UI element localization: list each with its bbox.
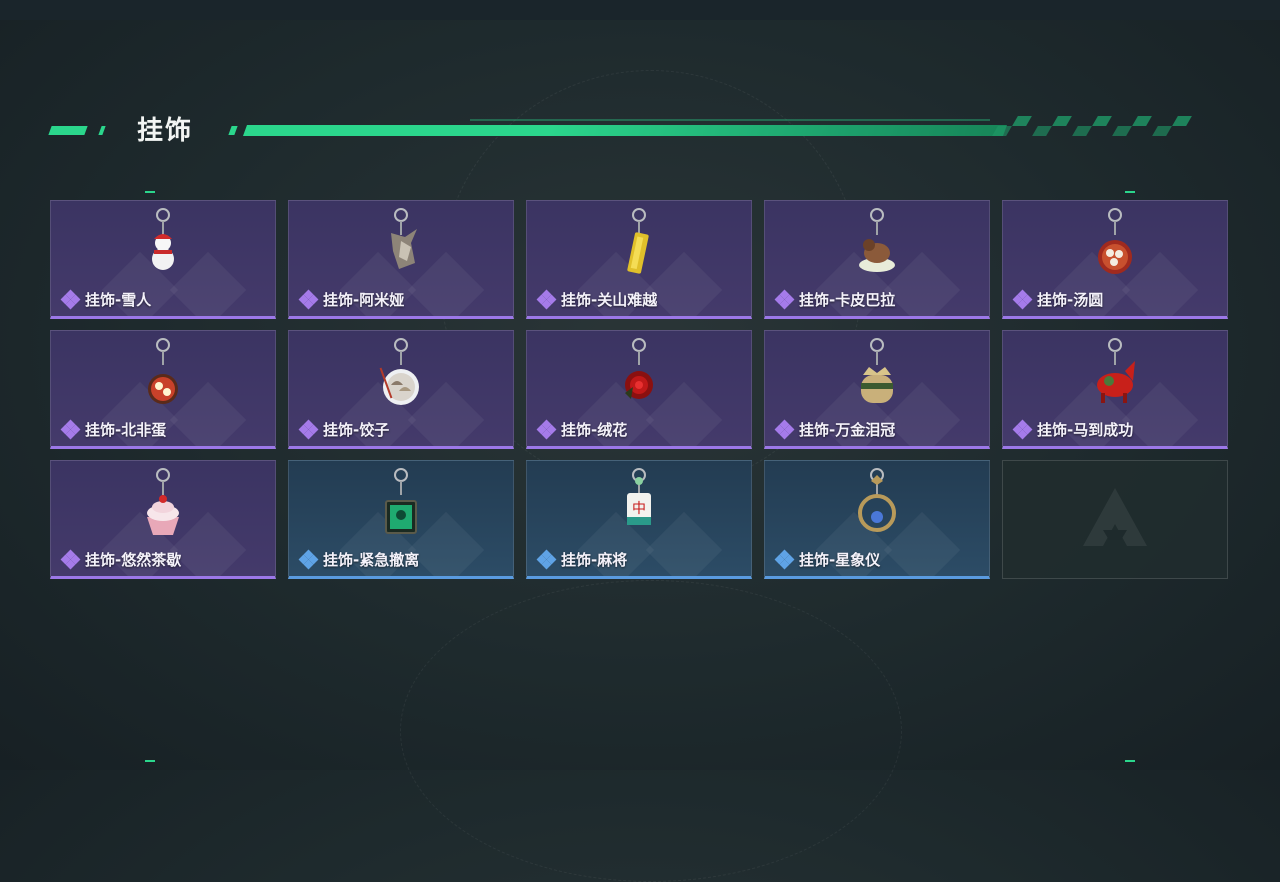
rarity-diamond-icon xyxy=(774,549,795,570)
charm-card[interactable]: 挂饰-马到成功 xyxy=(1002,330,1228,449)
mahjong-tile-charm-icon: 中 xyxy=(627,468,651,525)
rarity-diamond-icon xyxy=(60,549,81,570)
charm-label: 挂饰-马到成功 xyxy=(1012,419,1134,440)
rarity-diamond-icon xyxy=(536,549,557,570)
charm-card[interactable]: 挂饰-雪人 xyxy=(50,200,276,319)
charm-label: 挂饰-阿米娅 xyxy=(298,289,405,310)
rarity-diamond-icon xyxy=(298,419,319,440)
svg-text:中: 中 xyxy=(632,501,646,517)
capybara-charm-icon xyxy=(859,208,895,272)
charm-card[interactable]: 挂饰-阿米娅 xyxy=(288,200,514,319)
top-bar xyxy=(0,0,1280,20)
charm-card[interactable]: 挂饰-汤圆 xyxy=(1002,200,1228,319)
charm-label: 挂饰-关山难越 xyxy=(536,289,658,310)
rarity-diamond-icon xyxy=(298,289,319,310)
section-header: 挂饰 xyxy=(48,110,1200,150)
charm-card[interactable]: 中挂饰-麻将 xyxy=(526,460,752,579)
red-horse-charm-icon xyxy=(1097,338,1135,403)
astrolabe-charm-icon xyxy=(858,468,896,532)
header-accent xyxy=(48,126,88,135)
corner-tick xyxy=(1125,760,1135,762)
charm-label: 挂饰-汤圆 xyxy=(1012,289,1104,310)
charm-label: 挂饰-北非蛋 xyxy=(60,419,167,440)
charm-name: 挂饰-卡皮巴拉 xyxy=(799,291,896,309)
charm-card[interactable]: 挂饰-饺子 xyxy=(288,330,514,449)
rarity-diamond-icon xyxy=(1012,289,1033,310)
charm-label: 挂饰-紧急撤离 xyxy=(298,549,420,570)
charm-name: 挂饰-汤圆 xyxy=(1037,291,1104,309)
background-ring xyxy=(400,580,902,882)
shakshuka-charm-icon xyxy=(148,338,178,404)
corner-tick xyxy=(1125,191,1135,193)
charm-name: 挂饰-绒花 xyxy=(561,421,628,439)
charm-label: 挂饰-万金泪冠 xyxy=(774,419,896,440)
header-line xyxy=(242,125,1008,136)
charm-name: 挂饰-马到成功 xyxy=(1037,421,1134,439)
charm-name: 挂饰-悠然茶歇 xyxy=(85,551,182,569)
corner-tick xyxy=(145,191,155,193)
charm-name: 挂饰-饺子 xyxy=(323,421,390,439)
charm-name: 挂饰-阿米娅 xyxy=(323,291,405,309)
charm-label: 挂饰-饺子 xyxy=(298,419,390,440)
velvet-flower-charm-icon xyxy=(625,338,653,399)
charm-name: 挂饰-紧急撤离 xyxy=(323,551,420,569)
charm-name: 挂饰-北非蛋 xyxy=(85,421,167,439)
bunny-charm-icon xyxy=(391,208,417,269)
rarity-diamond-icon xyxy=(1012,419,1033,440)
charm-label: 挂饰-麻将 xyxy=(536,549,628,570)
charm-card[interactable]: 挂饰-紧急撤离 xyxy=(288,460,514,579)
charm-name: 挂饰-万金泪冠 xyxy=(799,421,896,439)
rarity-diamond-icon xyxy=(60,289,81,310)
charm-name: 挂饰-麻将 xyxy=(561,551,628,569)
section-title: 挂饰 xyxy=(137,116,194,146)
cupcake-charm-icon xyxy=(147,468,179,535)
snowman-charm-icon xyxy=(152,208,174,270)
header-checker-pattern xyxy=(992,116,1205,136)
crown-jar-charm-icon xyxy=(861,338,893,403)
charm-name: 挂饰-雪人 xyxy=(85,291,152,309)
charm-label: 挂饰-绒花 xyxy=(536,419,628,440)
tangyuan-bowl-charm-icon xyxy=(1098,208,1132,274)
header-accent xyxy=(98,126,106,135)
charm-label: 挂饰-悠然茶歇 xyxy=(60,549,182,570)
empty-slot xyxy=(1002,460,1228,579)
charm-name: 挂饰-星象仪 xyxy=(799,551,881,569)
header-accent xyxy=(228,126,238,135)
charm-card[interactable]: 挂饰-悠然茶歇 xyxy=(50,460,276,579)
rarity-diamond-icon xyxy=(774,419,795,440)
charm-grid: 挂饰-雪人 挂饰-阿米娅 挂饰-关山难越 挂饰-卡皮巴拉 挂饰-汤圆挂饰-北非蛋 挂饰-饺… xyxy=(50,200,1230,580)
charm-card[interactable]: 挂饰-万金泪冠 xyxy=(764,330,990,449)
dumpling-plate-charm-icon xyxy=(379,338,419,405)
game-logo-icon xyxy=(1083,487,1147,546)
header-thin-line xyxy=(470,119,990,121)
corner-tick xyxy=(145,760,155,762)
charm-card[interactable]: 挂饰-星象仪 xyxy=(764,460,990,579)
charm-card[interactable]: 挂饰-卡皮巴拉 xyxy=(764,200,990,319)
charm-card[interactable]: 挂饰-关山难越 xyxy=(526,200,752,319)
rarity-diamond-icon xyxy=(536,419,557,440)
rarity-diamond-icon xyxy=(298,549,319,570)
charm-label: 挂饰-雪人 xyxy=(60,289,152,310)
charm-name: 挂饰-关山难越 xyxy=(561,291,658,309)
charm-card[interactable]: 挂饰-北非蛋 xyxy=(50,330,276,449)
charm-card[interactable]: 挂饰-绒花 xyxy=(526,330,752,449)
charm-label: 挂饰-卡皮巴拉 xyxy=(774,289,896,310)
charm-label: 挂饰-星象仪 xyxy=(774,549,881,570)
rarity-diamond-icon xyxy=(536,289,557,310)
exit-sign-charm-icon xyxy=(385,468,417,534)
rarity-diamond-icon xyxy=(60,419,81,440)
gold-bar-charm-icon xyxy=(627,208,649,274)
rarity-diamond-icon xyxy=(774,289,795,310)
